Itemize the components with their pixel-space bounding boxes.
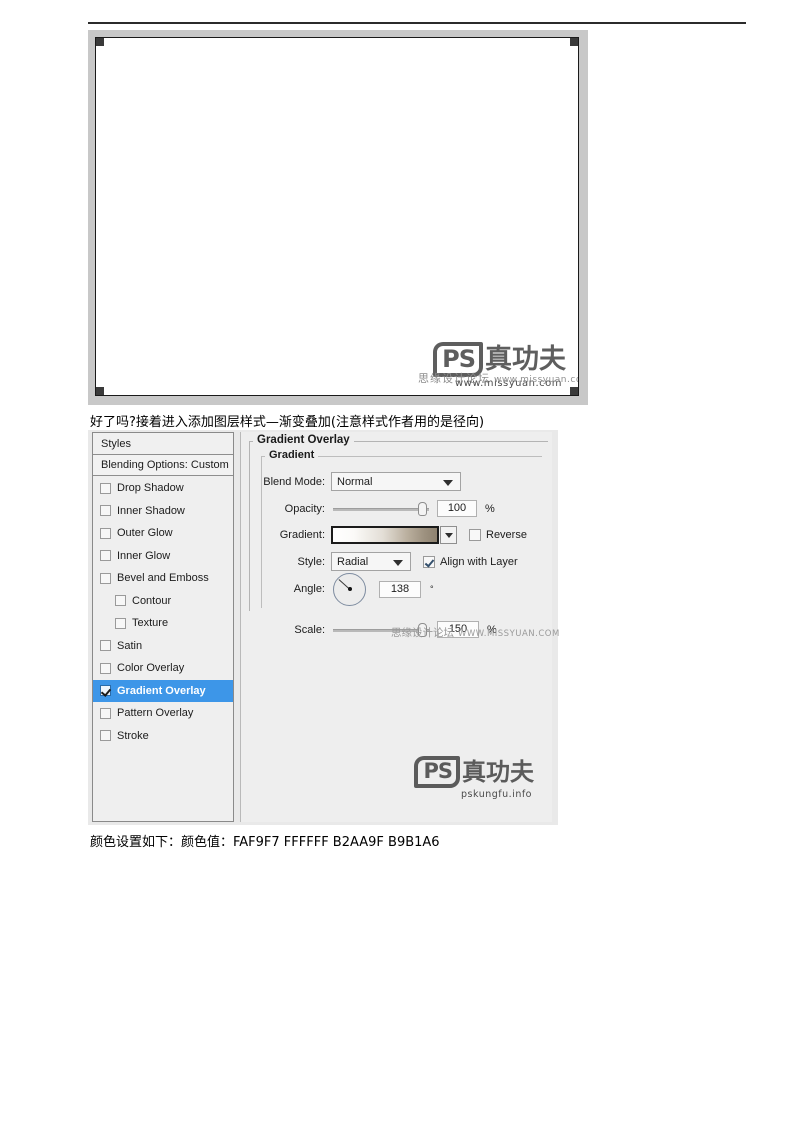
style-effect-list: Drop Shadow Inner Shadow Outer Glow Inne… xyxy=(93,476,233,821)
gradient-overlay-settings-panel: Gradient Overlay Gradient Blend Mode: No… xyxy=(240,432,559,822)
transform-handle-bottom-right[interactable] xyxy=(570,387,578,395)
opacity-label: Opacity: xyxy=(284,502,325,515)
panel-watermark-logo: PS 真功夫 pskungfu.info xyxy=(414,756,534,800)
style-row-texture[interactable]: Texture xyxy=(93,612,233,635)
chevron-down-icon xyxy=(393,559,403,566)
angle-label: Angle: xyxy=(293,583,325,595)
opacity-slider-knob[interactable] xyxy=(418,501,427,516)
style-row-drop-shadow[interactable]: Drop Shadow xyxy=(93,477,233,500)
gradient-label: Gradient: xyxy=(279,529,325,541)
style-label-drop-shadow: Drop Shadow xyxy=(117,482,184,495)
opacity-field: Opacity: 100 % xyxy=(263,500,495,517)
brand-cn-text: 真功夫 xyxy=(462,758,534,786)
layer-style-dialog: Styles Blending Options: Custom Drop Sha… xyxy=(88,430,559,825)
checkbox-satin[interactable] xyxy=(100,640,111,652)
checkbox-pattern-overlay[interactable] xyxy=(100,707,111,719)
style-row-contour[interactable]: Contour xyxy=(93,590,233,613)
gradient-overlay-section-title: Gradient Overlay xyxy=(253,434,354,446)
checkbox-gradient-overlay[interactable] xyxy=(100,685,111,697)
chevron-down-icon xyxy=(443,479,453,486)
canvas-document-area: PS 真功夫 www.missyuan.com 思缘设计论坛 www.missyu… xyxy=(95,37,579,396)
style-label-texture: Texture xyxy=(132,617,169,630)
angle-dial[interactable] xyxy=(333,572,366,606)
style-row-inner-shadow[interactable]: Inner Shadow xyxy=(93,500,233,523)
checkbox-texture[interactable] xyxy=(115,617,126,629)
style-label-pattern-overlay: Pattern Overlay xyxy=(117,707,194,720)
style-label-inner-shadow: Inner Shadow xyxy=(117,504,185,517)
checkbox-inner-shadow[interactable] xyxy=(100,505,111,517)
style-label-gradient-overlay: Gradient Overlay xyxy=(117,684,206,697)
blending-options-row[interactable]: Blending Options: Custom xyxy=(93,455,233,476)
transform-handle-top-right[interactable] xyxy=(570,38,578,46)
style-row-gradient-overlay[interactable]: Gradient Overlay xyxy=(93,679,233,702)
blend-mode-label: Blend Mode: xyxy=(263,475,325,488)
ps-badge-text: PS xyxy=(414,756,460,788)
opacity-value-input[interactable]: 100 xyxy=(437,500,477,517)
style-label-color-overlay: Color Overlay xyxy=(117,662,185,675)
style-row-stroke[interactable]: Stroke xyxy=(93,725,233,748)
style-label-inner-glow: Inner Glow xyxy=(117,549,171,562)
caption-above-dialog: 好了吗?接着进入添加图层样式—渐变叠加(注意样式作者用的是径向) xyxy=(90,415,485,430)
ps-kungfu-logo: PS 真功夫 xyxy=(414,756,534,788)
style-label-satin: Satin xyxy=(117,639,143,652)
forum-cn-text: 思缘设计论坛 xyxy=(418,372,490,385)
gradient-picker-dropdown[interactable] xyxy=(440,526,457,544)
gradient-preview-swatch[interactable] xyxy=(331,526,439,544)
style-row-pattern-overlay[interactable]: Pattern Overlay xyxy=(93,702,233,725)
opacity-unit: % xyxy=(485,502,495,515)
gradient-style-value: Radial xyxy=(337,555,369,568)
brand-cn-text: 真功夫 xyxy=(485,344,566,375)
angle-field: Angle: 138 ° xyxy=(263,567,434,611)
forum-url-text: www.missyuan.com xyxy=(494,375,578,385)
blend-mode-value: Normal xyxy=(337,475,373,488)
checkbox-contour[interactable] xyxy=(115,595,126,607)
style-row-satin[interactable]: Satin xyxy=(93,635,233,658)
style-row-outer-glow[interactable]: Outer Glow xyxy=(93,522,233,545)
panel-watermark-forum: 思缘设计论坛 WWW.MISSYUAN.COM xyxy=(391,625,560,640)
gradient-field: Gradient: Reverse xyxy=(263,526,527,544)
angle-unit: ° xyxy=(430,584,434,594)
angle-dial-hub xyxy=(347,587,352,591)
canvas-watermark-forum: 思缘设计论坛 www.missyuan.com xyxy=(418,370,578,386)
opacity-slider[interactable] xyxy=(333,501,429,516)
styles-panel: Styles Blending Options: Custom Drop Sha… xyxy=(92,432,234,822)
photoshop-canvas-screenshot: PS 真功夫 www.missyuan.com 思缘设计论坛 www.missyu… xyxy=(88,30,588,405)
transform-handle-bottom-left[interactable] xyxy=(96,387,104,395)
checkbox-align-with-layer[interactable] xyxy=(423,555,435,568)
style-label-stroke: Stroke xyxy=(117,729,149,742)
forum-cn-text: 思缘设计论坛 xyxy=(391,627,454,639)
checkbox-stroke[interactable] xyxy=(100,730,111,742)
style-label: Style: xyxy=(297,555,325,568)
angle-value-input[interactable]: 138 xyxy=(379,580,421,598)
checkbox-color-overlay[interactable] xyxy=(100,662,111,674)
chevron-down-icon xyxy=(444,533,453,538)
style-row-color-overlay[interactable]: Color Overlay xyxy=(93,657,233,680)
checkbox-bevel-and-emboss[interactable] xyxy=(100,572,111,584)
style-label-bevel-and-emboss: Bevel and Emboss xyxy=(117,572,209,585)
checkbox-outer-glow[interactable] xyxy=(100,527,111,539)
reverse-label: Reverse xyxy=(486,529,527,541)
gradient-group-title: Gradient xyxy=(265,449,319,461)
style-label-outer-glow: Outer Glow xyxy=(117,527,173,540)
forum-url-caps-text: WWW.MISSYUAN.COM xyxy=(458,629,560,639)
checkbox-reverse[interactable] xyxy=(469,529,481,541)
blend-mode-field: Blend Mode: Normal xyxy=(263,472,461,491)
checkbox-drop-shadow[interactable] xyxy=(100,482,111,494)
style-row-bevel-and-emboss[interactable]: Bevel and Emboss xyxy=(93,567,233,590)
blend-mode-select[interactable]: Normal xyxy=(331,472,461,491)
page-top-rule xyxy=(88,22,746,24)
transform-handle-top-left[interactable] xyxy=(96,38,104,46)
styles-panel-header: Styles xyxy=(93,433,233,455)
checkbox-inner-glow[interactable] xyxy=(100,550,111,562)
opacity-slider-track xyxy=(333,507,429,511)
style-row-inner-glow[interactable]: Inner Glow xyxy=(93,545,233,568)
scale-label: Scale: xyxy=(294,623,325,636)
style-label-contour: Contour xyxy=(132,594,172,607)
caption-below-dialog: 颜色设置如下：颜色值：FAF9F7 FFFFFF B2AA9F B9B1A6 xyxy=(90,835,440,850)
align-with-layer-label: Align with Layer xyxy=(440,555,518,568)
watermark-site-info: pskungfu.info xyxy=(461,789,532,800)
